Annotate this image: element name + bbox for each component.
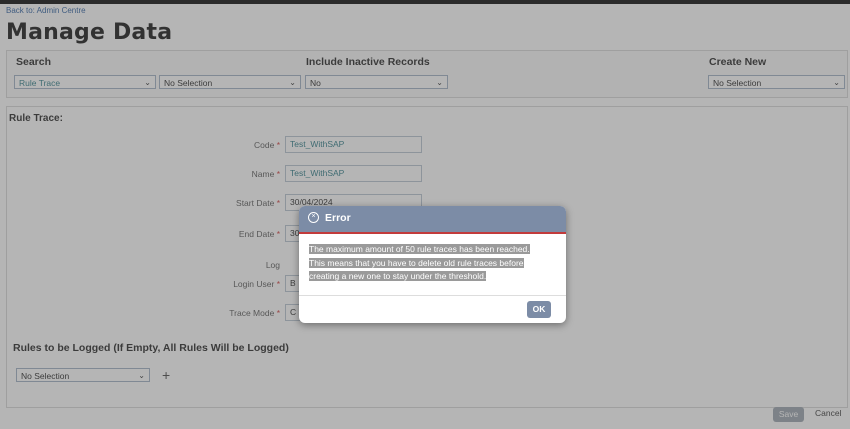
dialog-header: × Error bbox=[299, 206, 566, 234]
dialog-title: Error bbox=[325, 212, 351, 224]
error-icon: × bbox=[308, 212, 319, 223]
ok-button[interactable]: OK bbox=[527, 301, 551, 318]
dialog-message-line: The maximum amount of 50 rule traces has… bbox=[309, 244, 530, 254]
dialog-message: The maximum amount of 50 rule traces has… bbox=[309, 243, 559, 284]
divider bbox=[299, 295, 566, 296]
dialog-message-line: This means that you have to delete old r… bbox=[309, 257, 524, 268]
dialog-message-line: creating a new one to stay under the thr… bbox=[309, 271, 487, 281]
error-dialog: × Error The maximum amount of 50 rule tr… bbox=[299, 206, 566, 323]
